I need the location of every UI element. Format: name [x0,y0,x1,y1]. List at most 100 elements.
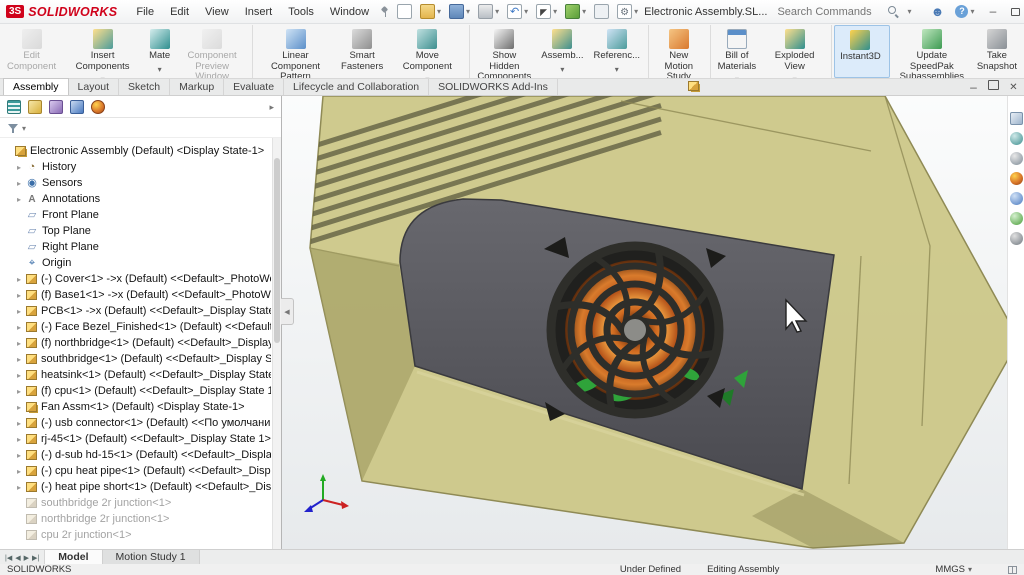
viewport-3d-model[interactable] [282,96,1024,549]
chevron-down-icon[interactable] [158,63,162,75]
expand-arrow-icon[interactable] [17,417,26,429]
expand-arrow-icon[interactable] [17,401,26,413]
panel-tab-icon[interactable] [28,100,42,114]
titlebar-icon[interactable] [985,4,1000,19]
tree-item[interactable]: northbridge 2r junction<1> [2,511,271,527]
tree-item[interactable]: History [2,159,271,175]
panel-collapse-handle[interactable] [281,298,294,325]
tree-item[interactable]: cpu 2r junction<1> [2,527,271,543]
expand-arrow-icon[interactable] [17,385,26,397]
expand-arrow-icon[interactable] [17,433,26,445]
tree-item[interactable]: (-) Cover<1> ->x (Default) <<Default>_Ph… [2,271,271,287]
search-input[interactable] [777,6,882,18]
chevron-down-icon[interactable] [560,63,564,75]
tree-filter-row[interactable] [0,118,281,138]
filter-icon[interactable] [7,122,19,134]
ribbon-button[interactable]: Bill of Materials [713,25,762,78]
expand-arrow-icon[interactable] [17,337,26,349]
tree-item[interactable]: Right Plane [2,239,271,255]
tree-item[interactable]: Annotations [2,191,271,207]
tree-item[interactable]: (f) cpu<1> (Default) <<Default>_Display … [2,383,271,399]
doc-window-button[interactable] [968,80,979,90]
panel-tab-icon[interactable] [7,100,21,114]
tree-item[interactable]: (f) northbridge<1> (Default) <<Default>_… [2,335,271,351]
panel-expand-arrow-icon[interactable] [269,101,274,113]
ribbon-button[interactable]: Move Component [388,25,470,78]
chevron-down-icon[interactable] [437,7,441,16]
units-selector[interactable]: MMGS [935,564,972,575]
ribbon-button[interactable]: New Motion Study [651,25,711,78]
tab-scroll-arrow-icon[interactable] [24,551,29,563]
ribbon-button[interactable]: Referenc... [589,25,649,78]
tree-item[interactable]: Front Plane [2,207,271,223]
view-toolbar-icon[interactable] [1010,192,1023,205]
panel-tab-icon[interactable] [70,100,84,114]
doc-window-button[interactable] [1008,80,1019,90]
tree-item[interactable]: (-) usb connector<1> (Default) <<По умол… [2,415,271,431]
menu-item[interactable]: Tools [280,3,322,21]
quick-tool-button[interactable] [561,4,590,19]
view-toolbar-icon[interactable] [1010,152,1023,165]
quick-tool-button[interactable] [445,4,474,19]
ribbon-button[interactable]: Linear Component Pattern [255,25,336,78]
ribbon-button[interactable]: Exploded View [761,25,832,78]
view-toolbar-icon[interactable] [1010,212,1023,225]
tree-item[interactable]: Top Plane [2,223,271,239]
expand-arrow-icon[interactable] [17,289,26,301]
tree-item[interactable]: (-) cpu heat pipe<1> (Default) <<Default… [2,463,271,479]
ribbon-button[interactable]: Instant3D [834,25,890,78]
ribbon-button[interactable]: Mate [144,25,175,78]
ribbon-button[interactable]: Edit Component [2,25,61,78]
menu-item[interactable]: Window [322,3,377,21]
command-tab[interactable]: Layout [69,79,120,95]
ribbon-button[interactable]: Take Snapshot [972,25,1022,78]
search-box[interactable] [769,3,919,20]
chevron-down-icon[interactable] [634,7,638,16]
tree-item[interactable]: PCB<1> ->x (Default) <<Default>_Display … [2,303,271,319]
menu-item[interactable]: View [197,3,237,21]
expand-arrow-icon[interactable] [17,449,26,461]
quick-tool-button[interactable] [590,4,613,19]
titlebar-icon[interactable] [930,5,944,19]
chevron-down-icon[interactable] [22,122,26,134]
chevron-down-icon[interactable] [466,7,470,16]
expand-arrow-icon[interactable] [17,321,26,333]
chevron-down-icon[interactable] [524,7,528,16]
tree-item[interactable]: southbridge<1> (Default) <<Default>_Disp… [2,351,271,367]
ribbon-button[interactable]: Component Preview Window [175,25,253,78]
expand-arrow-icon[interactable] [17,193,26,205]
tree-item[interactable]: (f) Base1<1> ->x (Default) <<Default>_Ph… [2,287,271,303]
tree-item[interactable]: Sensors [2,175,271,191]
view-toolbar-icon[interactable] [1010,132,1023,145]
expand-arrow-icon[interactable] [17,305,26,317]
tree-item[interactable]: (-) d-sub hd-15<1> (Default) <<Default>_… [2,447,271,463]
chevron-down-icon[interactable] [970,7,974,16]
scrollbar-thumb[interactable] [274,158,280,343]
expand-arrow-icon[interactable] [17,161,26,173]
view-toolbar-icon[interactable] [1010,172,1023,185]
quick-tool-button[interactable] [393,4,416,19]
quick-tool-button[interactable] [474,4,503,19]
command-tab[interactable]: Lifecycle and Collaboration [284,79,429,95]
tree-item[interactable]: heatsink<1> (Default) <<Default>_Display… [2,367,271,383]
tab-scroll-arrow-icon[interactable] [32,551,39,563]
chevron-down-icon[interactable] [907,7,911,16]
titlebar-icon[interactable] [955,5,968,18]
quick-tips-icon[interactable] [1008,566,1017,574]
view-toolbar-icon[interactable] [1010,232,1023,245]
chevron-down-icon[interactable] [615,63,619,75]
quick-tool-button[interactable] [503,4,532,19]
tree-item[interactable]: rj-45<1> (Default) <<Default>_Display St… [2,431,271,447]
tree-item[interactable]: Origin [2,255,271,271]
panel-tab-icon[interactable] [91,100,105,114]
command-tab[interactable]: Markup [170,79,224,95]
tab-scroll-arrow-icon[interactable] [15,551,20,563]
tab-scroll-arrow-icon[interactable] [5,551,12,563]
tree-scrollbar[interactable] [272,138,281,549]
panel-tab-icon[interactable] [49,100,63,114]
ribbon-button[interactable]: Update SpeedPak Subassemblies [892,25,972,78]
chevron-down-icon[interactable] [495,7,499,16]
quick-tool-button[interactable] [416,4,445,19]
expand-arrow-icon[interactable] [17,177,26,189]
quick-tool-button[interactable] [532,4,561,19]
